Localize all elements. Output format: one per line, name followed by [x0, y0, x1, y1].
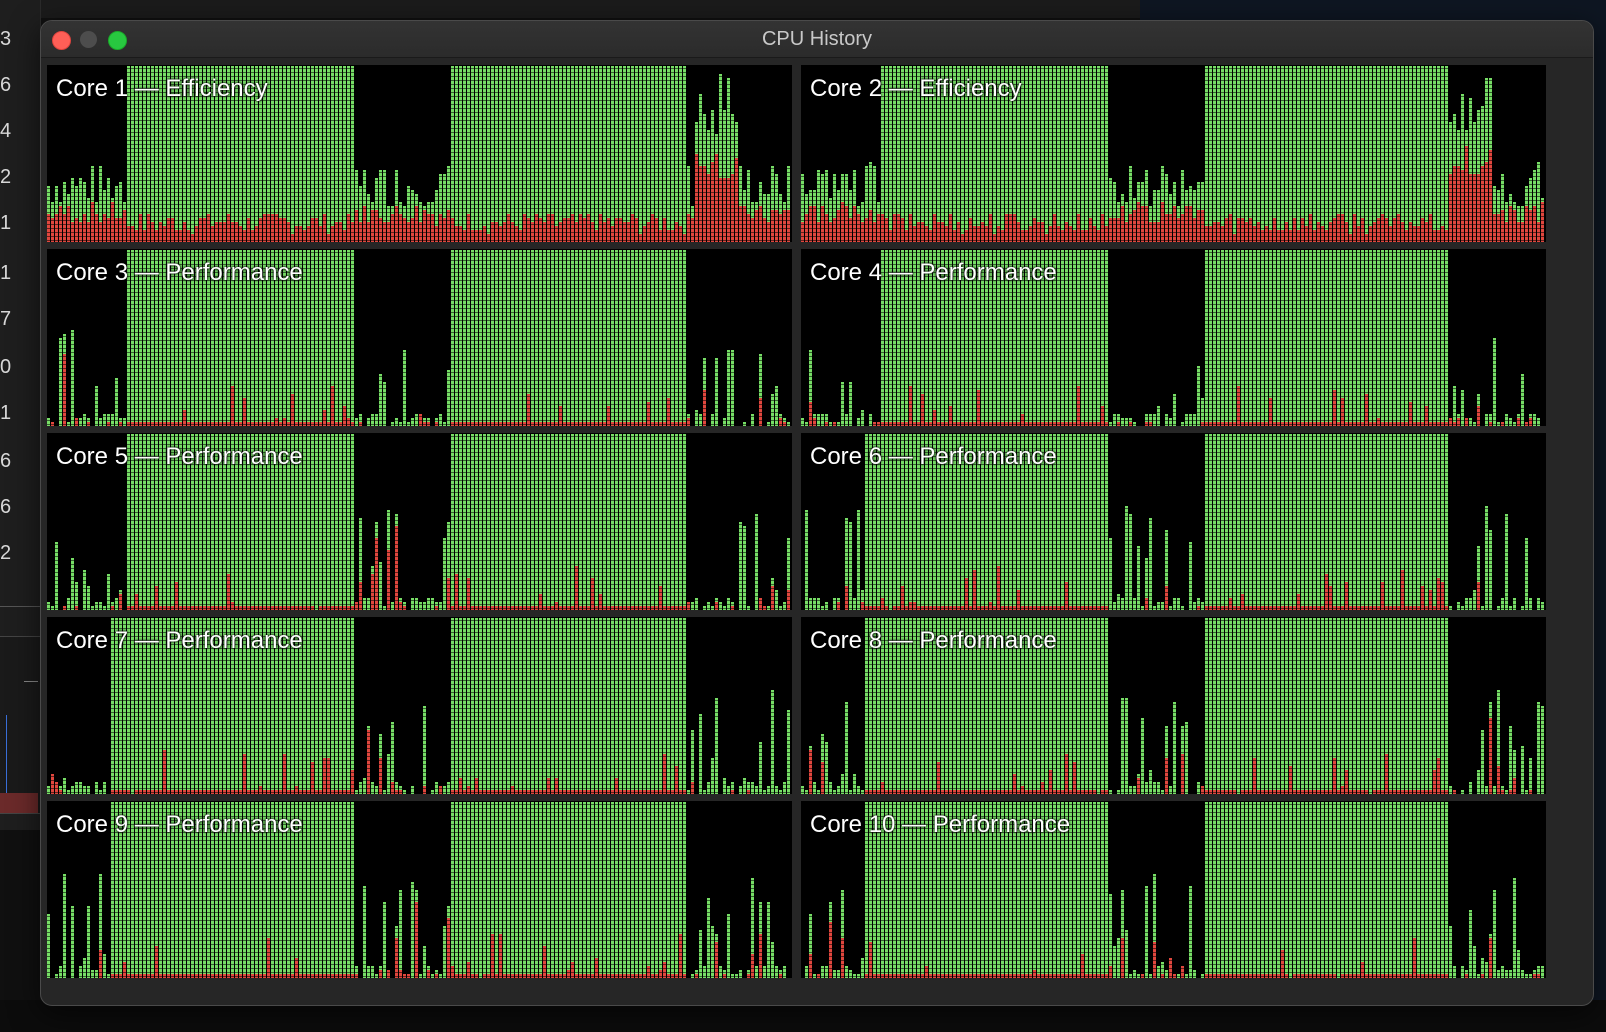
core-panel: Core 8 — Performance [801, 617, 1546, 794]
core-label: Core 4 — Performance [810, 259, 1057, 286]
background-value: 1 [0, 262, 12, 284]
core-panel: Core 1 — Efficiency [47, 65, 792, 242]
background-value: 1 [0, 402, 12, 424]
background-value: 3 [0, 28, 12, 50]
cpu-history-window[interactable]: CPU History Core 1 — Efficiency Core 2 —… [40, 20, 1594, 1006]
background-value: 2 [0, 542, 12, 564]
background-divider [0, 606, 40, 607]
core-panel: Core 2 — Efficiency [801, 65, 1546, 242]
core-panel: Core 6 — Performance [801, 433, 1546, 610]
background-value: 1 [0, 212, 12, 234]
background-value: 2 [0, 166, 12, 188]
background-value: 0 [0, 356, 12, 378]
title-bar[interactable]: CPU History [41, 21, 1593, 58]
background-mini-graph [0, 636, 41, 814]
core-grid: Core 1 — Efficiency Core 2 — Efficiency … [47, 65, 1587, 999]
core-label: Core 7 — Performance [56, 627, 303, 654]
core-label: Core 1 — Efficiency [56, 75, 268, 102]
background-value: 6 [0, 450, 12, 472]
core-label: Core 5 — Performance [56, 443, 303, 470]
core-panel: Core 3 — Performance [47, 249, 792, 426]
core-panel: Core 4 — Performance [801, 249, 1546, 426]
background-app-toolbar [40, 0, 1140, 18]
core-label: Core 3 — Performance [56, 259, 303, 286]
core-label: Core 8 — Performance [810, 627, 1057, 654]
background-value: 6 [0, 74, 12, 96]
background-value: 4 [0, 120, 12, 142]
core-panel: Core 5 — Performance [47, 433, 792, 610]
core-panel: Core 9 — Performance [47, 801, 792, 978]
core-label: Core 10 — Performance [810, 811, 1071, 838]
core-panel: Core 10 — Performance [801, 801, 1546, 978]
core-label: Core 2 — Efficiency [810, 75, 1022, 102]
background-value: 6 [0, 496, 12, 518]
background-activity-monitor-panel: 3 6 4 2 1 1 7 0 1 6 6 2 [0, 0, 41, 830]
core-label: Core 9 — Performance [56, 811, 303, 838]
window-title: CPU History [761, 28, 872, 50]
background-value: 7 [0, 308, 12, 330]
core-panel: Core 7 — Performance [47, 617, 792, 794]
core-label: Core 6 — Performance [810, 443, 1057, 470]
